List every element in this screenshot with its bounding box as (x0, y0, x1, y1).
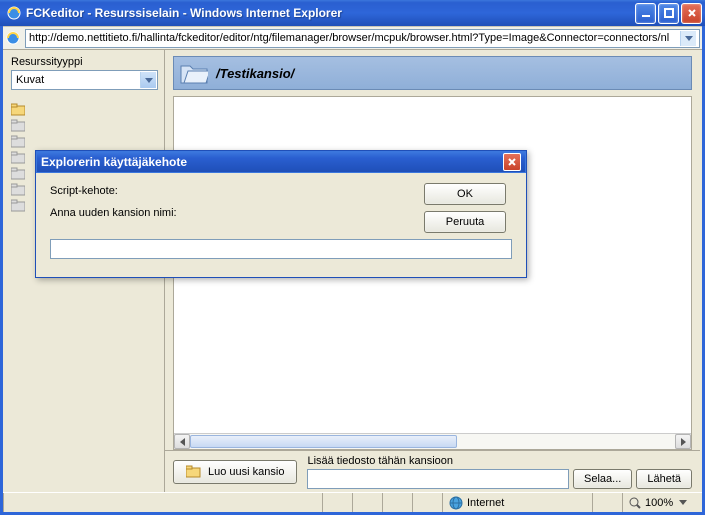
window-titlebar: FCKeditor - Resurssiselain - Windows Int… (0, 0, 705, 26)
folder-icon (11, 199, 25, 212)
zoom-value: 100% (645, 497, 673, 509)
resource-type-label: Resurssityyppi (11, 56, 158, 68)
resource-type-value: Kuvat (16, 74, 44, 86)
folder-open-icon (11, 103, 25, 116)
new-folder-button[interactable]: Luo uusi kansio (173, 460, 297, 484)
tree-item[interactable] (11, 134, 158, 149)
close-button[interactable] (681, 3, 702, 24)
bottom-toolbar: Luo uusi kansio Lisää tiedosto tähän kan… (165, 450, 700, 492)
minimize-button[interactable] (635, 3, 656, 24)
tree-item[interactable] (11, 102, 158, 117)
horizontal-scrollbar[interactable] (174, 433, 691, 449)
security-zone: Internet (442, 493, 592, 512)
chevron-down-icon (140, 72, 156, 88)
folder-icon (11, 135, 25, 148)
tree-item[interactable] (11, 118, 158, 133)
folder-icon (11, 151, 25, 164)
chevron-down-icon (679, 500, 687, 505)
close-icon (507, 157, 517, 167)
scroll-right-button[interactable] (675, 434, 691, 449)
address-url: http://demo.nettitieto.fi/hallinta/fcked… (29, 32, 669, 44)
folder-icon (11, 183, 25, 196)
upload-label: Lisää tiedosto tähän kansioon (307, 455, 692, 467)
dialog-input[interactable] (50, 239, 512, 259)
folder-icon (186, 465, 202, 479)
dialog-close-button[interactable] (503, 153, 521, 171)
folder-large-icon (180, 61, 208, 85)
ie-page-icon (5, 30, 21, 46)
dialog-title-text: Explorerin käyttäjäkehote (41, 155, 187, 169)
resource-type-select[interactable]: Kuvat (11, 70, 158, 90)
scroll-thumb[interactable] (190, 435, 457, 448)
scroll-left-button[interactable] (174, 434, 190, 449)
new-folder-label: Luo uusi kansio (208, 466, 284, 478)
zoom-icon (629, 497, 641, 509)
dialog-line1: Script-kehote: (50, 185, 408, 197)
upload-file-field[interactable] (307, 469, 569, 489)
zone-text: Internet (467, 497, 504, 509)
send-button[interactable]: Lähetä (636, 469, 692, 489)
folder-icon (11, 119, 25, 132)
scroll-track[interactable] (190, 434, 675, 449)
maximize-button[interactable] (658, 3, 679, 24)
dialog-line2: Anna uuden kansion nimi: (50, 207, 408, 219)
ok-button[interactable]: OK (424, 183, 506, 205)
prompt-dialog: Explorerin käyttäjäkehote Script-kehote:… (35, 150, 527, 278)
address-bar: http://demo.nettitieto.fi/hallinta/fcked… (3, 26, 702, 50)
dialog-titlebar[interactable]: Explorerin käyttäjäkehote (36, 151, 526, 173)
folder-icon (11, 167, 25, 180)
breadcrumb-bar: /Testikansio/ (173, 56, 692, 90)
internet-icon (449, 496, 463, 510)
cancel-button[interactable]: Peruuta (424, 211, 506, 233)
ie-icon (6, 5, 22, 21)
status-bar: Internet 100% (3, 492, 702, 512)
window-title: FCKeditor - Resurssiselain - Windows Int… (26, 6, 635, 20)
zoom-control[interactable]: 100% (622, 493, 702, 512)
address-dropdown-icon[interactable] (680, 31, 696, 46)
browse-button[interactable]: Selaa... (573, 469, 632, 489)
breadcrumb-path: /Testikansio/ (216, 66, 294, 81)
address-input[interactable]: http://demo.nettitieto.fi/hallinta/fcked… (25, 29, 700, 48)
